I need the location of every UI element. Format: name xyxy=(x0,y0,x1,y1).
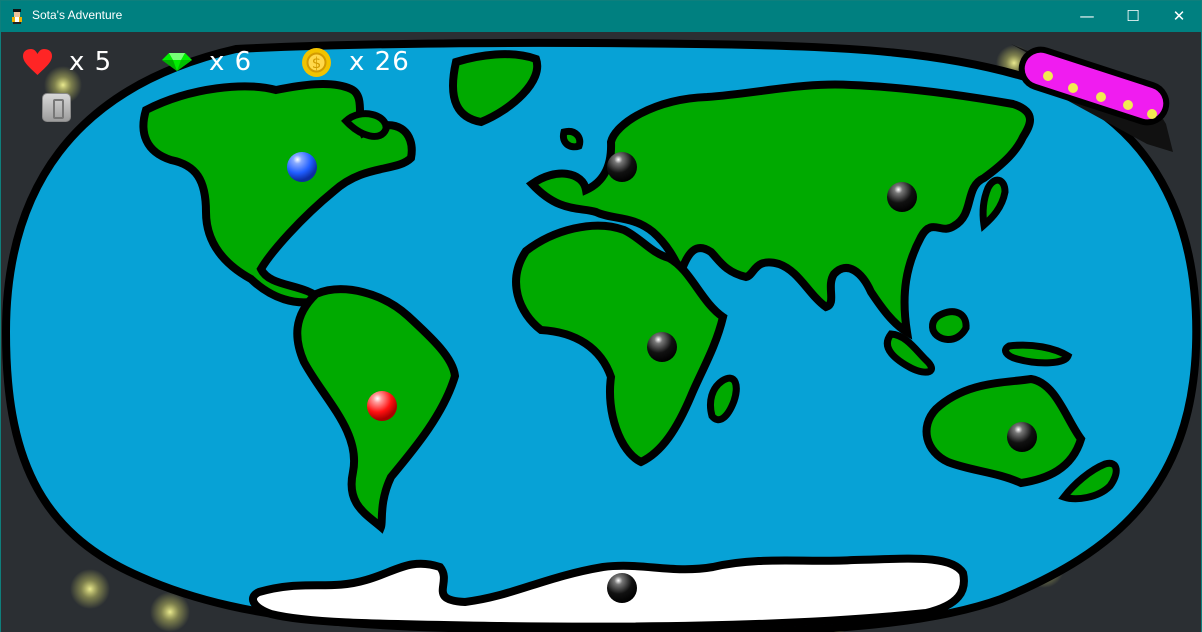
blue-level-node[interactable] xyxy=(287,152,317,182)
locked-level-node[interactable] xyxy=(1007,422,1037,452)
locked-level-node[interactable] xyxy=(607,152,637,182)
minimize-button[interactable]: — xyxy=(1064,1,1110,32)
game-viewport: x 5 x 6 $ x 26 xyxy=(1,32,1201,632)
close-button[interactable]: ✕ xyxy=(1156,1,1202,32)
heart-icon xyxy=(23,49,52,75)
world-map-scene xyxy=(1,38,1201,632)
borneo xyxy=(929,308,970,343)
gem-icon xyxy=(162,53,192,71)
game-window: Sota's Adventure — ☐ ✕ x 5 x 6 $ x 26 xyxy=(0,0,1202,632)
british-isles xyxy=(559,127,584,151)
maximize-button[interactable]: ☐ xyxy=(1110,1,1156,32)
character-icon xyxy=(12,9,22,24)
title-bar: Sota's Adventure — ☐ ✕ xyxy=(1,1,1201,32)
locked-level-node[interactable] xyxy=(647,332,677,362)
window-title: Sota's Adventure xyxy=(32,8,123,22)
locked-level-node[interactable] xyxy=(607,573,637,603)
space-glow xyxy=(150,592,190,632)
exit-door-icon[interactable] xyxy=(42,93,71,122)
red-level-node[interactable] xyxy=(367,391,397,421)
lives-counter: x 5 xyxy=(69,47,113,77)
locked-level-node[interactable] xyxy=(887,182,917,212)
new-guinea xyxy=(1002,341,1073,367)
gems-counter: x 6 xyxy=(209,47,253,77)
space-glow xyxy=(70,569,110,609)
svg-text:$: $ xyxy=(312,54,322,72)
coins-counter: x 26 xyxy=(349,47,410,77)
coin-icon: $ xyxy=(302,48,331,77)
